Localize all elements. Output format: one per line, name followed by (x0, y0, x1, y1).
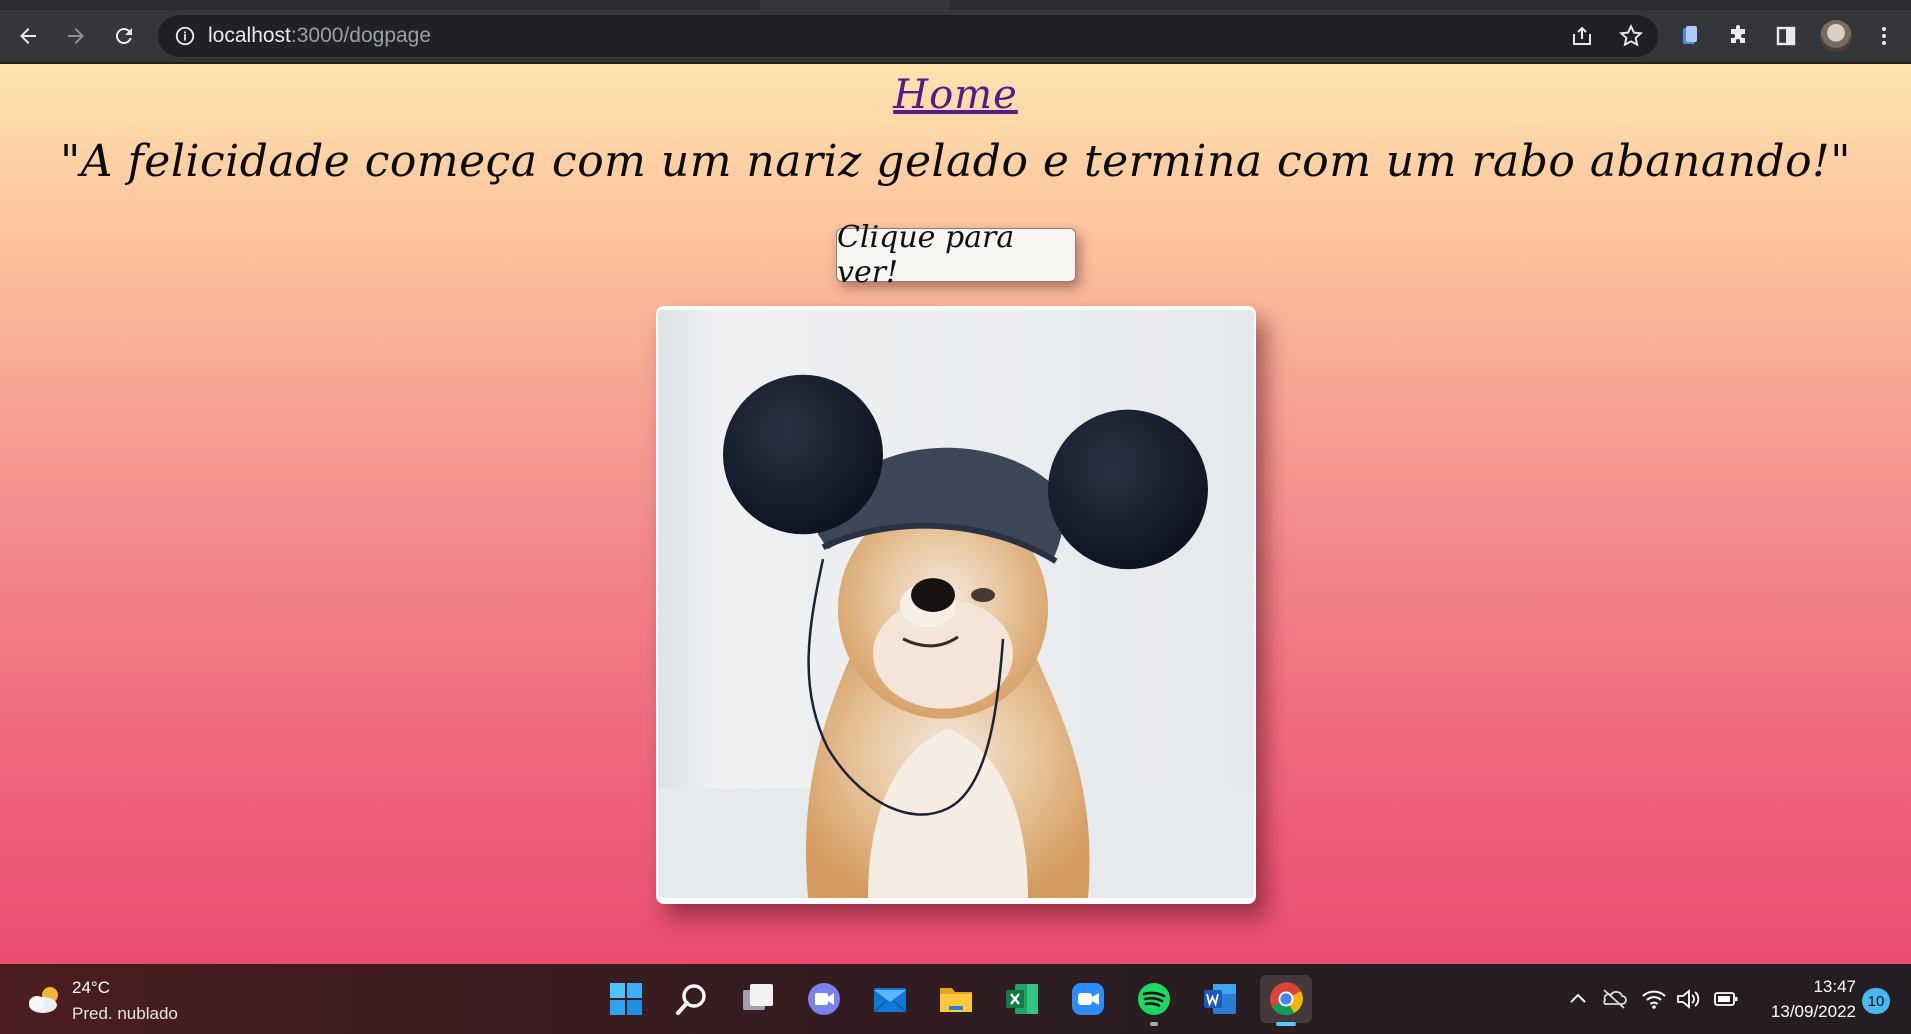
forward-icon (68, 28, 84, 44)
teams-chat-icon (808, 983, 840, 1015)
clock-time[interactable]: 13:47 (1790, 977, 1856, 997)
reload-icon (115, 28, 132, 45)
active-indicator (1276, 1022, 1296, 1026)
side-panel-button[interactable] (1764, 10, 1808, 62)
url-host: localhost (208, 24, 291, 47)
star-icon[interactable] (1618, 23, 1644, 49)
page-viewport: Home "A felicidade começa com um nariz g… (0, 64, 1911, 964)
volume-icon[interactable] (1674, 986, 1702, 1012)
docs-extension-icon (1683, 26, 1697, 44)
start-button[interactable] (600, 975, 652, 1023)
profile-avatar[interactable] (1820, 20, 1852, 52)
mail-button[interactable] (864, 975, 916, 1023)
teams-chat-button[interactable] (798, 975, 850, 1023)
side-panel-icon (1776, 26, 1796, 46)
task-view-icon (743, 984, 773, 1010)
onedrive-offline-icon[interactable] (1600, 986, 1628, 1012)
weather-temperature[interactable]: 24°C (72, 978, 110, 998)
puzzle-extension-icon (1731, 25, 1745, 43)
reload-button[interactable] (102, 10, 146, 62)
clock-date[interactable]: 13/09/2022 (1756, 1002, 1856, 1022)
address-bar[interactable]: localhost:3000/dogpage (158, 15, 1658, 57)
task-view-button[interactable] (732, 975, 784, 1023)
docs-extension-button[interactable] (1668, 10, 1712, 62)
excel-icon (1006, 984, 1038, 1014)
dog-photo-frame (656, 306, 1256, 904)
folder-icon (940, 988, 972, 1012)
menu-button[interactable] (1862, 10, 1906, 62)
partly-cloudy-icon[interactable] (26, 984, 64, 1016)
spotify-button[interactable] (1128, 975, 1180, 1026)
page-quote: "A felicidade começa com um nariz gelado… (60, 136, 1851, 187)
battery-icon[interactable] (1712, 986, 1740, 1012)
back-icon (20, 28, 36, 44)
chevron-up-icon[interactable] (1564, 986, 1592, 1012)
spotify-icon (1138, 983, 1170, 1015)
notification-badge[interactable]: 10 (1862, 988, 1890, 1014)
search-button[interactable] (666, 975, 718, 1023)
back-button[interactable] (6, 10, 50, 62)
url-path: :3000/dogpage (290, 24, 432, 47)
mail-icon (873, 988, 907, 1013)
show-dog-button[interactable]: Clique para ver! (836, 220, 1076, 290)
menu-kebab-icon (1882, 27, 1886, 45)
chrome-button[interactable] (1260, 975, 1312, 1026)
browser-toolbar: localhost:3000/dogpage (0, 10, 1911, 62)
dog-photo (658, 310, 1254, 898)
weather-description[interactable]: Pred. nublado (72, 1004, 178, 1024)
word-button[interactable] (1194, 975, 1246, 1023)
home-link[interactable]: Home (0, 72, 1911, 118)
search-icon (676, 984, 706, 1015)
windows-taskbar: 24°C Pred. nublado 13:47 13/09/2022 10 (0, 964, 1911, 1034)
url-text[interactable]: localhost:3000/dogpage (208, 15, 431, 57)
file-explorer-button[interactable] (930, 975, 982, 1023)
chrome-icon (1270, 982, 1303, 1016)
word-icon (1204, 984, 1236, 1014)
info-icon[interactable] (174, 25, 196, 47)
zoom-button[interactable] (1062, 975, 1114, 1023)
running-indicator (1150, 1022, 1158, 1026)
wifi-icon[interactable] (1640, 986, 1668, 1012)
zoom-icon (1072, 983, 1104, 1015)
share-icon[interactable] (1570, 24, 1594, 48)
shiba-mouse-ears-illustration (658, 310, 1254, 898)
windows-start-icon (610, 983, 642, 1015)
extensions-button[interactable] (1716, 10, 1760, 62)
forward-button[interactable] (54, 10, 98, 62)
excel-button[interactable] (996, 975, 1048, 1023)
